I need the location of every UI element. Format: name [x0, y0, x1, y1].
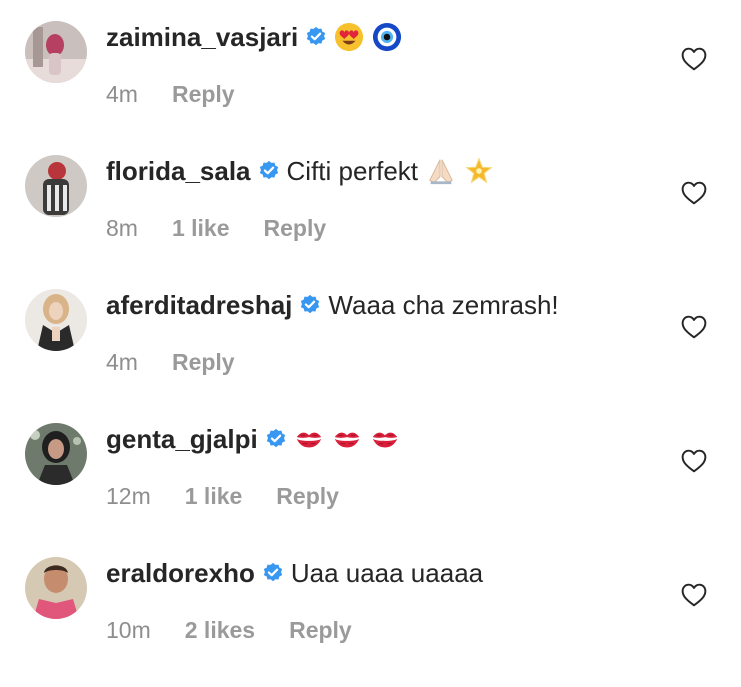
likes-count[interactable]: 1 like: [185, 483, 243, 510]
avatar[interactable]: [25, 21, 87, 83]
comment-time: 12m: [106, 483, 151, 509]
kiss-mark-emoji: [372, 432, 397, 448]
heart-outline-icon[interactable]: [681, 47, 707, 71]
verified-badge-icon: [266, 428, 285, 448]
verified-badge-icon: [263, 562, 282, 582]
likes-count[interactable]: 2 likes: [185, 617, 255, 644]
comment-time: 8m: [106, 215, 138, 241]
heart-outline-icon[interactable]: [681, 583, 707, 607]
kiss-mark-emoji: [334, 432, 359, 448]
evil-eye-emoji: [373, 22, 402, 52]
avatar[interactable]: [25, 423, 87, 485]
glowing-star-emoji: [465, 157, 493, 184]
avatar[interactable]: [25, 557, 87, 619]
comment: eraldorexho Uaa uaaa uaaaa 10m 2 likes R…: [0, 553, 741, 687]
username[interactable]: genta_gjalpi: [106, 424, 258, 455]
reply-button[interactable]: Reply: [172, 349, 235, 376]
avatar[interactable]: [25, 155, 87, 217]
username[interactable]: florida_sala: [106, 156, 251, 187]
kiss-mark-emoji: [296, 432, 321, 448]
comment-time: 10m: [106, 617, 151, 643]
comment: florida_sala Cifti perfekt 8m 1 like Rep…: [0, 151, 741, 285]
avatar[interactable]: [25, 289, 87, 351]
comment: zaimina_vasjari 4m Reply: [0, 17, 741, 151]
verified-badge-icon: [307, 26, 326, 46]
username[interactable]: aferditadreshaj: [106, 290, 292, 321]
reply-button[interactable]: Reply: [264, 215, 327, 242]
verified-badge-icon: [301, 294, 320, 314]
comment-text: Waaa cha zemrash!: [328, 289, 559, 320]
comment-text: Uaa uaaa uaaaa: [290, 557, 484, 588]
reply-button[interactable]: Reply: [172, 81, 235, 108]
heart-outline-icon[interactable]: [681, 315, 707, 339]
comment-text: Cifti perfekt: [286, 155, 419, 186]
comment-time: 4m: [106, 81, 138, 107]
reply-button[interactable]: Reply: [289, 617, 352, 644]
heart-outline-icon[interactable]: [681, 181, 707, 205]
username[interactable]: eraldorexho: [106, 558, 255, 589]
praying-hands-emoji: [429, 159, 453, 185]
verified-badge-icon: [259, 160, 278, 180]
heart-outline-icon[interactable]: [681, 449, 707, 473]
reply-button[interactable]: Reply: [276, 483, 339, 510]
comment: aferditadreshaj Waaa cha zemrash! 4m Rep…: [0, 285, 741, 419]
comment-time: 4m: [106, 349, 138, 375]
username[interactable]: zaimina_vasjari: [106, 22, 298, 53]
heart-eyes-emoji: [335, 22, 364, 52]
likes-count[interactable]: 1 like: [172, 215, 230, 242]
comment: genta_gjalpi 12m 1 like Reply: [0, 419, 741, 553]
